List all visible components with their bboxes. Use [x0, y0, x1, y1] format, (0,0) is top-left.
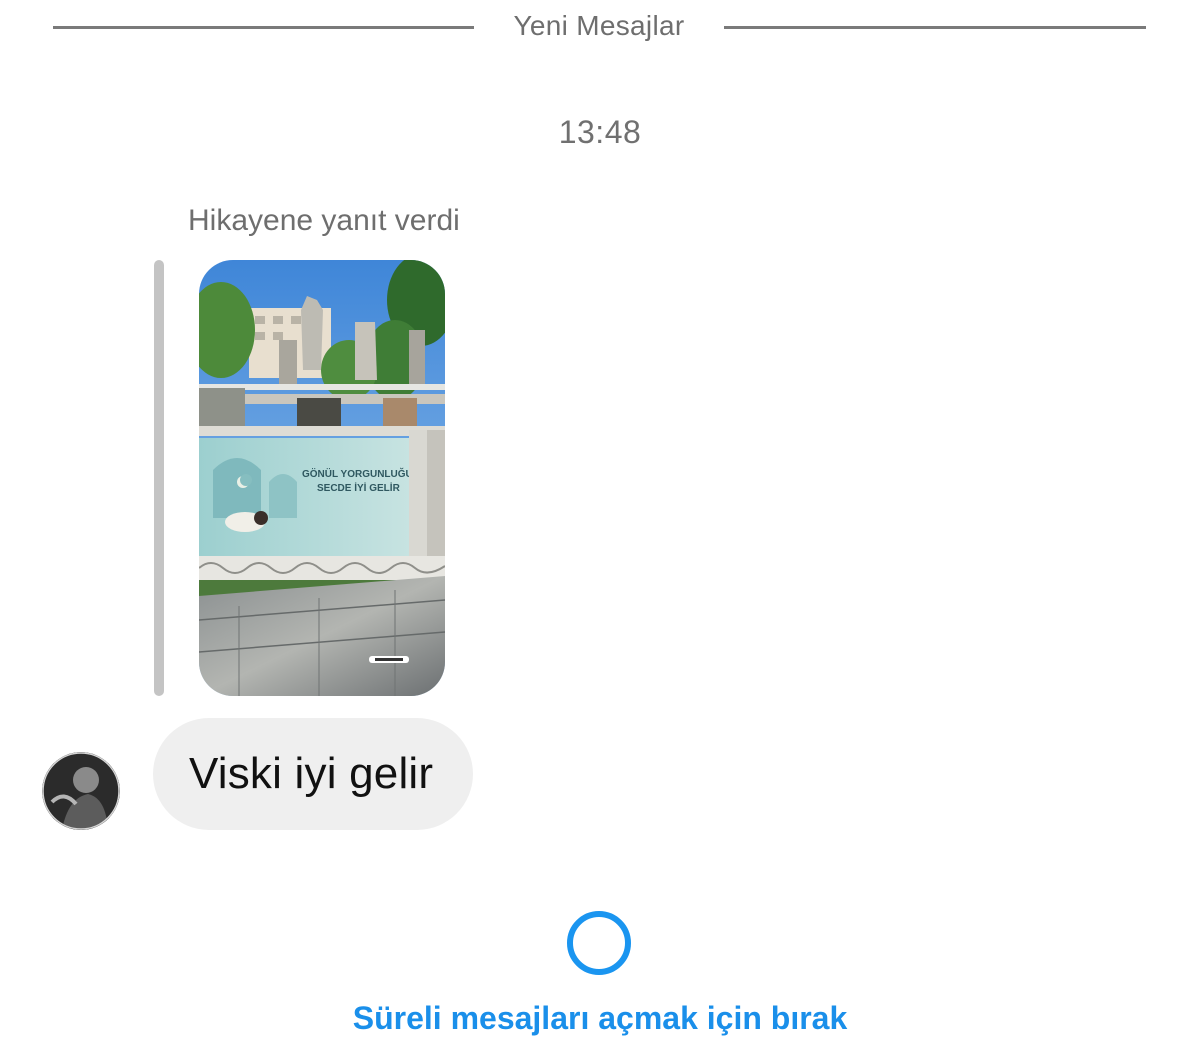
- divider-line-left: [53, 26, 474, 29]
- banner-text-line2: SECDE İYİ GELİR: [317, 481, 401, 494]
- sender-avatar[interactable]: [42, 752, 120, 830]
- banner-text-line1: GÖNÜL YORGUNLUĞUNA: [302, 467, 427, 480]
- message-timestamp: 13:48: [558, 114, 642, 150]
- message-bubble[interactable]: Viski iyi gelir: [153, 718, 473, 830]
- divider-line-right: [724, 26, 1146, 29]
- story-reply-caption: Hikayene yanıt verdi: [188, 204, 460, 237]
- reply-quote-bar: [154, 260, 164, 696]
- vanish-mode-label: Süreli mesajları açmak için bırak: [352, 1000, 848, 1036]
- new-messages-label: Yeni Mesajlar: [513, 10, 685, 41]
- new-messages-divider: Yeni Mesajlar: [0, 0, 1200, 56]
- message-text: Viski iyi gelir: [189, 749, 434, 798]
- vanish-mode-ring-icon: [567, 911, 631, 975]
- story-thumbnail[interactable]: GÖNÜL YORGUNLUĞUNA SECDE İYİ GELİR: [199, 260, 445, 696]
